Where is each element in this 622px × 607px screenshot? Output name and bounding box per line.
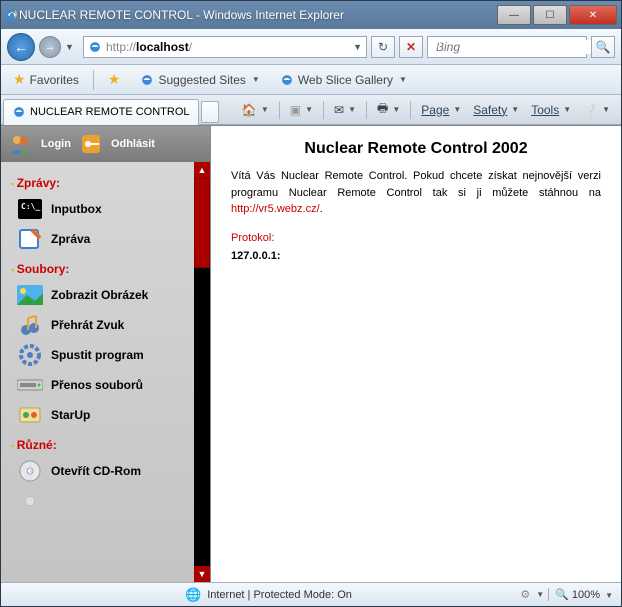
suggested-sites-button[interactable]: Suggested Sites▼ [134,70,265,90]
mail-button[interactable]: ✉▼ [329,100,361,120]
star-icon: ★ [13,71,26,88]
address-dropdown[interactable]: ▼ [353,42,362,52]
stop-button[interactable]: ✕ [399,36,423,58]
maximize-button[interactable]: ☐ [533,5,567,25]
image-icon [17,284,43,306]
window-title: NUCLEAR REMOTE CONTROL - Windows Interne… [19,8,495,22]
minimize-button[interactable]: — [497,5,531,25]
search-box[interactable] [427,36,587,58]
sidebar-item-cdrom[interactable]: Otevřít CD-Rom [7,456,192,486]
titlebar: NUCLEAR REMOTE CONTROL - Windows Interne… [1,1,621,29]
url-text: http://localhost/ [106,40,349,54]
page-icon [88,40,102,54]
gear-icon [17,344,43,366]
intro-text: Vítá Vás Nuclear Remote Control. Pokud c… [231,168,601,218]
scroll-up-arrow[interactable]: ▲ [194,162,210,178]
ie-small-icon [140,73,154,87]
protokol-label: Protokol: [231,232,601,244]
feeds-button[interactable]: ▣▼ [285,100,318,120]
forward-button[interactable]: → [39,36,61,58]
zoom-control[interactable]: 🔍 100% ▼ [548,588,613,601]
page-menu[interactable]: Page▼ [416,100,466,120]
search-button[interactable]: 🔍 [591,36,615,58]
logout-link[interactable]: Odhlásit [111,138,155,150]
tab-ie-icon [12,105,26,119]
sound-icon [17,314,43,336]
nav-history-dropdown[interactable]: ▼ [65,42,79,52]
close-button[interactable]: ✕ [569,5,617,25]
sidebar-item-prenos[interactable]: Přenos souborů [7,370,192,400]
svg-text:C:\_: C:\_ [21,202,40,211]
drive-icon [17,374,43,396]
globe-icon: 🌐 [185,587,201,603]
scroll-down-arrow[interactable]: ▼ [194,566,210,582]
command-bar: 🏠▼ ▣▼ ✉▼ 🖶▼ Page▼ Safety▼ Tools▼ ❔▼ [237,96,619,123]
sidebar: Login Odhlásit Zprávy: C:\_ Inputbox Zpr… [1,126,211,582]
cd-icon-2 [17,490,43,512]
key-icon [79,132,103,156]
status-bar: 🌐 Internet | Protected Mode: On ⚙ ▼ 🔍 100… [1,582,621,606]
sidebar-item-partial[interactable] [7,486,192,516]
pm-dropdown[interactable]: ▼ [536,590,544,599]
sidebar-item-zvuk[interactable]: Přehrát Zvuk [7,310,192,340]
sidebar-scrollbar[interactable]: ▲ ▼ [194,162,210,582]
sidebar-item-obrazek[interactable]: Zobrazit Obrázek [7,280,192,310]
separator [366,101,367,119]
ie-icon [5,8,19,22]
cd-icon [17,460,43,482]
new-tab-button[interactable] [201,101,219,123]
search-input[interactable] [436,40,593,54]
section-ruzne: Různé: [11,438,192,452]
content-area: Login Odhlásit Zprávy: C:\_ Inputbox Zpr… [1,125,621,582]
protected-mode-icon[interactable]: ⚙ [520,588,530,601]
favorites-button[interactable]: ★ Favorites [7,68,85,91]
refresh-button[interactable]: ↻ [371,36,395,58]
favorites-bar: ★ Favorites ★ Suggested Sites▼ Web Slice… [1,65,621,95]
separator [323,101,324,119]
protokol-value: 127.0.0.1: [231,250,601,262]
terminal-icon: C:\_ [17,198,43,220]
section-zpravy: Zprávy: [11,176,192,190]
startup-icon [17,404,43,426]
note-icon [17,228,43,250]
print-button[interactable]: 🖶▼ [372,96,405,123]
sidebar-item-spustit[interactable]: Spustit program [7,340,192,370]
main-content: Nuclear Remote Control 2002 Vítá Vás Nuc… [211,126,621,582]
tab-active[interactable]: NUCLEAR REMOTE CONTROL [3,99,199,125]
web-slice-button[interactable]: Web Slice Gallery▼ [274,70,413,90]
safety-menu[interactable]: Safety▼ [468,100,524,120]
scroll-thumb[interactable] [194,178,210,268]
sidebar-item-zprava[interactable]: Zpráva [7,224,192,254]
star-add-icon: ★ [108,71,121,88]
page-heading: Nuclear Remote Control 2002 [231,140,601,158]
address-bar[interactable]: http://localhost/ ▼ [83,36,367,58]
users-icon [9,132,33,156]
sidebar-header: Login Odhlásit [1,126,210,162]
status-text: Internet | Protected Mode: On [207,589,352,601]
login-link[interactable]: Login [41,138,71,150]
separator [410,101,411,119]
section-soubory: Soubory: [11,262,192,276]
help-button[interactable]: ❔▼ [578,100,615,120]
add-favorites-button[interactable]: ★ [102,68,127,91]
sidebar-body: Zprávy: C:\_ Inputbox Zpráva Soubory: Zo… [1,162,210,582]
separator [93,70,94,90]
tab-row: NUCLEAR REMOTE CONTROL 🏠▼ ▣▼ ✉▼ 🖶▼ Page▼… [1,95,621,125]
tools-menu[interactable]: Tools▼ [526,100,576,120]
browser-window: NUCLEAR REMOTE CONTROL - Windows Interne… [0,0,622,607]
back-button[interactable]: ← [7,33,35,61]
download-link[interactable]: http://vr5.webz.cz/ [231,203,320,215]
home-button[interactable]: 🏠▼ [237,100,274,120]
sidebar-item-startup[interactable]: StarUp [7,400,192,430]
separator [279,101,280,119]
status-right: ⚙ ▼ 🔍 100% ▼ [520,588,613,601]
sidebar-item-inputbox[interactable]: C:\_ Inputbox [7,194,192,224]
ie-small-icon-2 [280,73,294,87]
nav-row: ← → ▼ http://localhost/ ▼ ↻ ✕ 🔍 [1,29,621,65]
tab-title: NUCLEAR REMOTE CONTROL [30,106,190,118]
